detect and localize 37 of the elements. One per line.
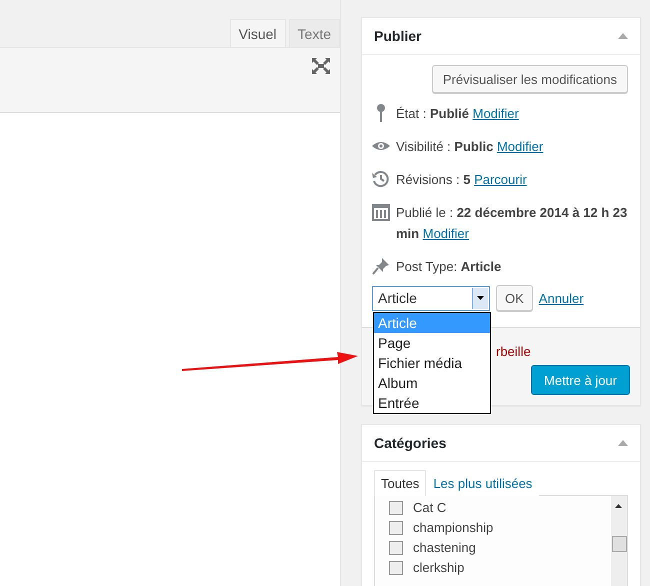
checkbox[interactable] — [389, 521, 403, 535]
scroll-up-icon[interactable] — [615, 504, 622, 508]
editor-tab[interactable]: Texte — [288, 19, 340, 47]
scroll-thumb[interactable] — [612, 536, 627, 552]
dropdown-option[interactable]: Page — [374, 332, 490, 352]
history-icon — [372, 169, 390, 189]
category-label: clerkship — [413, 560, 464, 576]
trash-link[interactable]: rbeille — [496, 344, 531, 359]
checkbox[interactable] — [389, 561, 403, 575]
edit-link[interactable]: Parcourir — [474, 172, 527, 187]
category-label: championship — [413, 520, 494, 536]
editor-tab[interactable]: Visuel — [230, 19, 286, 47]
scrollbar[interactable] — [611, 496, 627, 586]
category-label: Cat C — [413, 500, 446, 516]
thumbtack-icon — [372, 256, 390, 276]
status-text: Révisions : 5 Parcourir — [396, 171, 528, 189]
edit-link[interactable]: Modifier — [422, 226, 469, 241]
category-tab[interactable]: Toutes — [374, 470, 426, 496]
calendar-icon — [372, 202, 390, 222]
category-label: chastening — [413, 540, 476, 556]
collapse-icon[interactable] — [618, 33, 628, 39]
cancel-link[interactable]: Annuler — [538, 290, 584, 306]
status-text: Post Type: Article — [396, 258, 502, 276]
caret-icon — [477, 296, 484, 300]
status-text: Visibilité : Public Modifier — [396, 138, 544, 156]
edit-link[interactable]: Modifier — [472, 106, 519, 121]
checkbox[interactable] — [389, 501, 403, 515]
edit-link[interactable]: Modifier — [496, 139, 544, 154]
status-text: Publié le : 22 décembre 2014 à 12 h 23 min Modifier — [396, 204, 628, 243]
status-text: État : Publié Modifier — [396, 105, 520, 123]
ok-button[interactable]: OK — [496, 285, 533, 311]
checkbox[interactable] — [389, 541, 403, 555]
panel-title: Catégories — [374, 435, 446, 451]
fullscreen-icon[interactable] — [312, 58, 330, 74]
preview-button[interactable]: Prévisualiser les modifications — [432, 65, 628, 93]
panel-title: Publier — [374, 28, 422, 44]
collapse-icon[interactable] — [618, 440, 628, 446]
